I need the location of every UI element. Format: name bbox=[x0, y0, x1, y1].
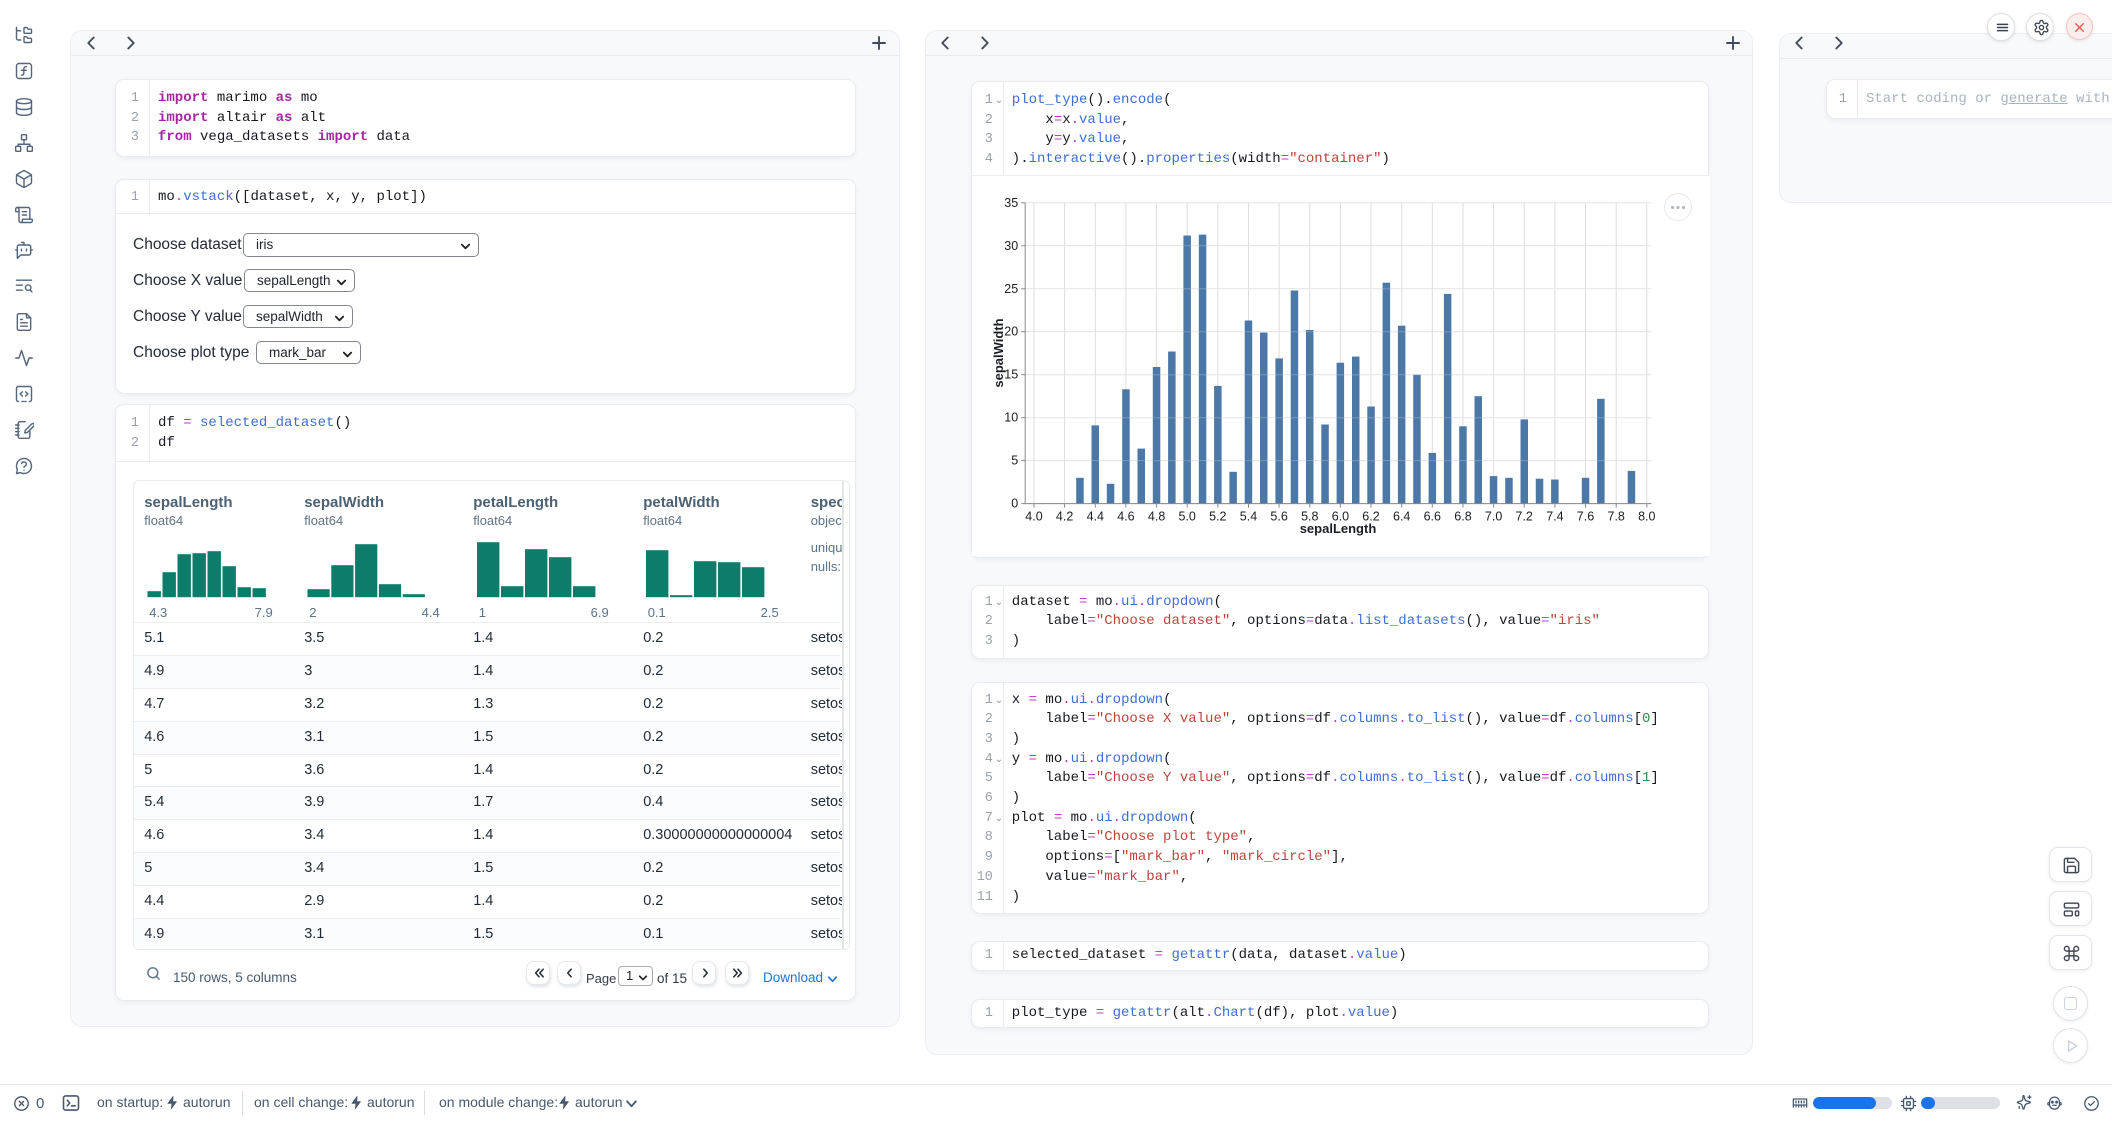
svg-text:5.6: 5.6 bbox=[1270, 510, 1287, 524]
svg-text:7.4: 7.4 bbox=[1546, 510, 1563, 524]
svg-text:4.0: 4.0 bbox=[1025, 510, 1042, 524]
svg-text:5.0: 5.0 bbox=[1178, 510, 1195, 524]
svg-text:8.0: 8.0 bbox=[1638, 510, 1655, 524]
svg-text:5.4: 5.4 bbox=[1240, 510, 1257, 524]
svg-text:5: 5 bbox=[1011, 454, 1018, 468]
svg-text:7.8: 7.8 bbox=[1607, 510, 1624, 524]
svg-text:7.6: 7.6 bbox=[1577, 510, 1594, 524]
svg-text:4.2: 4.2 bbox=[1056, 510, 1073, 524]
svg-text:15: 15 bbox=[1004, 368, 1018, 382]
svg-text:0: 0 bbox=[1011, 497, 1018, 511]
svg-text:sepalWidth: sepalWidth bbox=[991, 318, 1006, 387]
svg-text:10: 10 bbox=[1004, 411, 1018, 425]
svg-text:4.4: 4.4 bbox=[1086, 510, 1103, 524]
svg-text:6.8: 6.8 bbox=[1454, 510, 1471, 524]
svg-text:4.6: 4.6 bbox=[1117, 510, 1134, 524]
svg-text:6.6: 6.6 bbox=[1423, 510, 1440, 524]
svg-text:25: 25 bbox=[1004, 282, 1018, 296]
svg-text:4.8: 4.8 bbox=[1148, 510, 1165, 524]
svg-text:6.4: 6.4 bbox=[1393, 510, 1410, 524]
svg-text:7.2: 7.2 bbox=[1515, 510, 1532, 524]
svg-text:7.0: 7.0 bbox=[1485, 510, 1502, 524]
svg-text:5.2: 5.2 bbox=[1209, 510, 1226, 524]
svg-text:35: 35 bbox=[1004, 196, 1018, 210]
svg-text:30: 30 bbox=[1004, 239, 1018, 253]
svg-text:20: 20 bbox=[1004, 325, 1018, 339]
svg-text:sepalLength: sepalLength bbox=[1300, 521, 1377, 536]
